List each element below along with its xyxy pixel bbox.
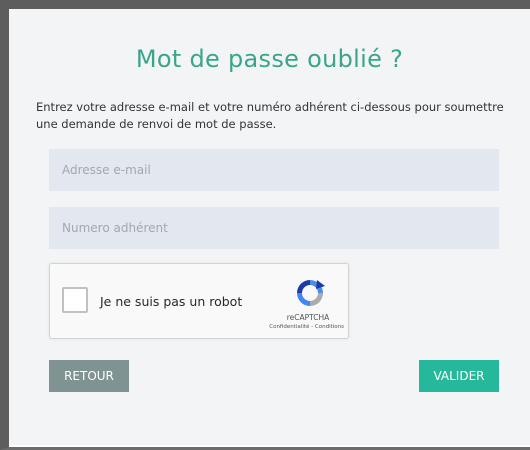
recaptcha-widget: Je ne suis pas un robot reCAPTCHA Confid… (49, 263, 349, 339)
member-number-field[interactable] (49, 207, 499, 249)
back-button[interactable]: RETOUR (49, 360, 129, 392)
recaptcha-logo-icon (297, 280, 325, 306)
recaptcha-brand: reCAPTCHA (286, 313, 330, 322)
email-field[interactable] (49, 149, 499, 191)
page-title: Mot de passe oublié ? (135, 45, 404, 73)
submit-button[interactable]: VALIDER (419, 360, 499, 392)
form-description: Entrez votre adresse e-mail et votre num… (36, 100, 504, 131)
captcha-checkbox[interactable] (62, 287, 88, 313)
forgot-password-panel: Mot de passe oublié ? Entrez votre adres… (9, 9, 530, 445)
recaptcha-terms-links[interactable]: Confidentialité - Conditions (230, 324, 344, 330)
captcha-checkbox-label: Je ne suis pas un robot (100, 294, 243, 309)
